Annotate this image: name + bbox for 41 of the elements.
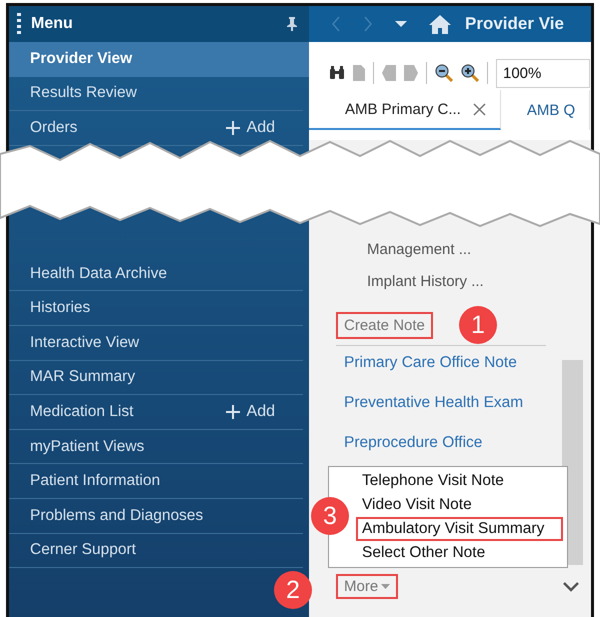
menu-item[interactable]: MAR Summary [9,360,303,396]
menu-item[interactable]: Patient Information [9,464,303,499]
menu-title: Menu [31,15,74,33]
menu-option[interactable]: Ambulatory Visit Summary [356,517,563,541]
chevron-down-icon[interactable] [563,582,579,592]
menu-item[interactable]: Interactive View [9,326,303,361]
caret-icon[interactable] [395,20,407,28]
menu-item[interactable]: Results Review [9,76,303,112]
menu-item[interactable]: Problems and Diagnoses [9,498,303,534]
home-icon[interactable] [429,14,451,34]
view-title: Provider Vie [465,14,564,34]
binoculars-icon[interactable] [329,66,345,80]
pin-icon[interactable] [287,17,297,31]
menu-option[interactable]: Telephone Visit Note [356,469,563,493]
create-note-heading: Create Note [336,312,433,339]
add-button[interactable]: Add [224,118,275,137]
note-link[interactable]: Preventative Health Exam [336,386,591,426]
zoom-in-icon[interactable] [461,64,479,82]
tab[interactable]: AMB Primary C... [309,90,501,130]
menu-option[interactable]: Select Other Note [356,541,563,565]
menu-item[interactable]: Cerner Support [9,534,303,568]
note-link[interactable]: Primary Care Office Note [336,346,591,386]
menu-item[interactable]: Histories [9,291,303,326]
add-button[interactable]: Add [224,402,275,421]
zoom-out-icon[interactable] [435,64,453,82]
close-icon[interactable] [472,102,486,116]
grip-icon [17,13,21,35]
zoom-field[interactable]: 100% [496,58,590,88]
menu-item[interactable]: myPatient Views [9,430,303,464]
menu-option[interactable]: Video Visit Note [356,493,563,517]
more-button[interactable]: More [336,574,398,599]
note-link[interactable]: Preprocedure Office [336,426,591,466]
plus-icon [224,404,241,420]
caret-icon [381,584,390,589]
menu-item[interactable]: Provider View [9,42,309,77]
component-item[interactable]: Management ... [336,234,591,266]
tab[interactable]: AMB Q [500,90,590,130]
component-item[interactable]: Implant History ... [336,266,591,298]
plus-icon [224,120,241,136]
menu-item[interactable]: Health Data Archive [9,256,303,292]
menu-item[interactable]: Medication List Add [9,395,303,430]
